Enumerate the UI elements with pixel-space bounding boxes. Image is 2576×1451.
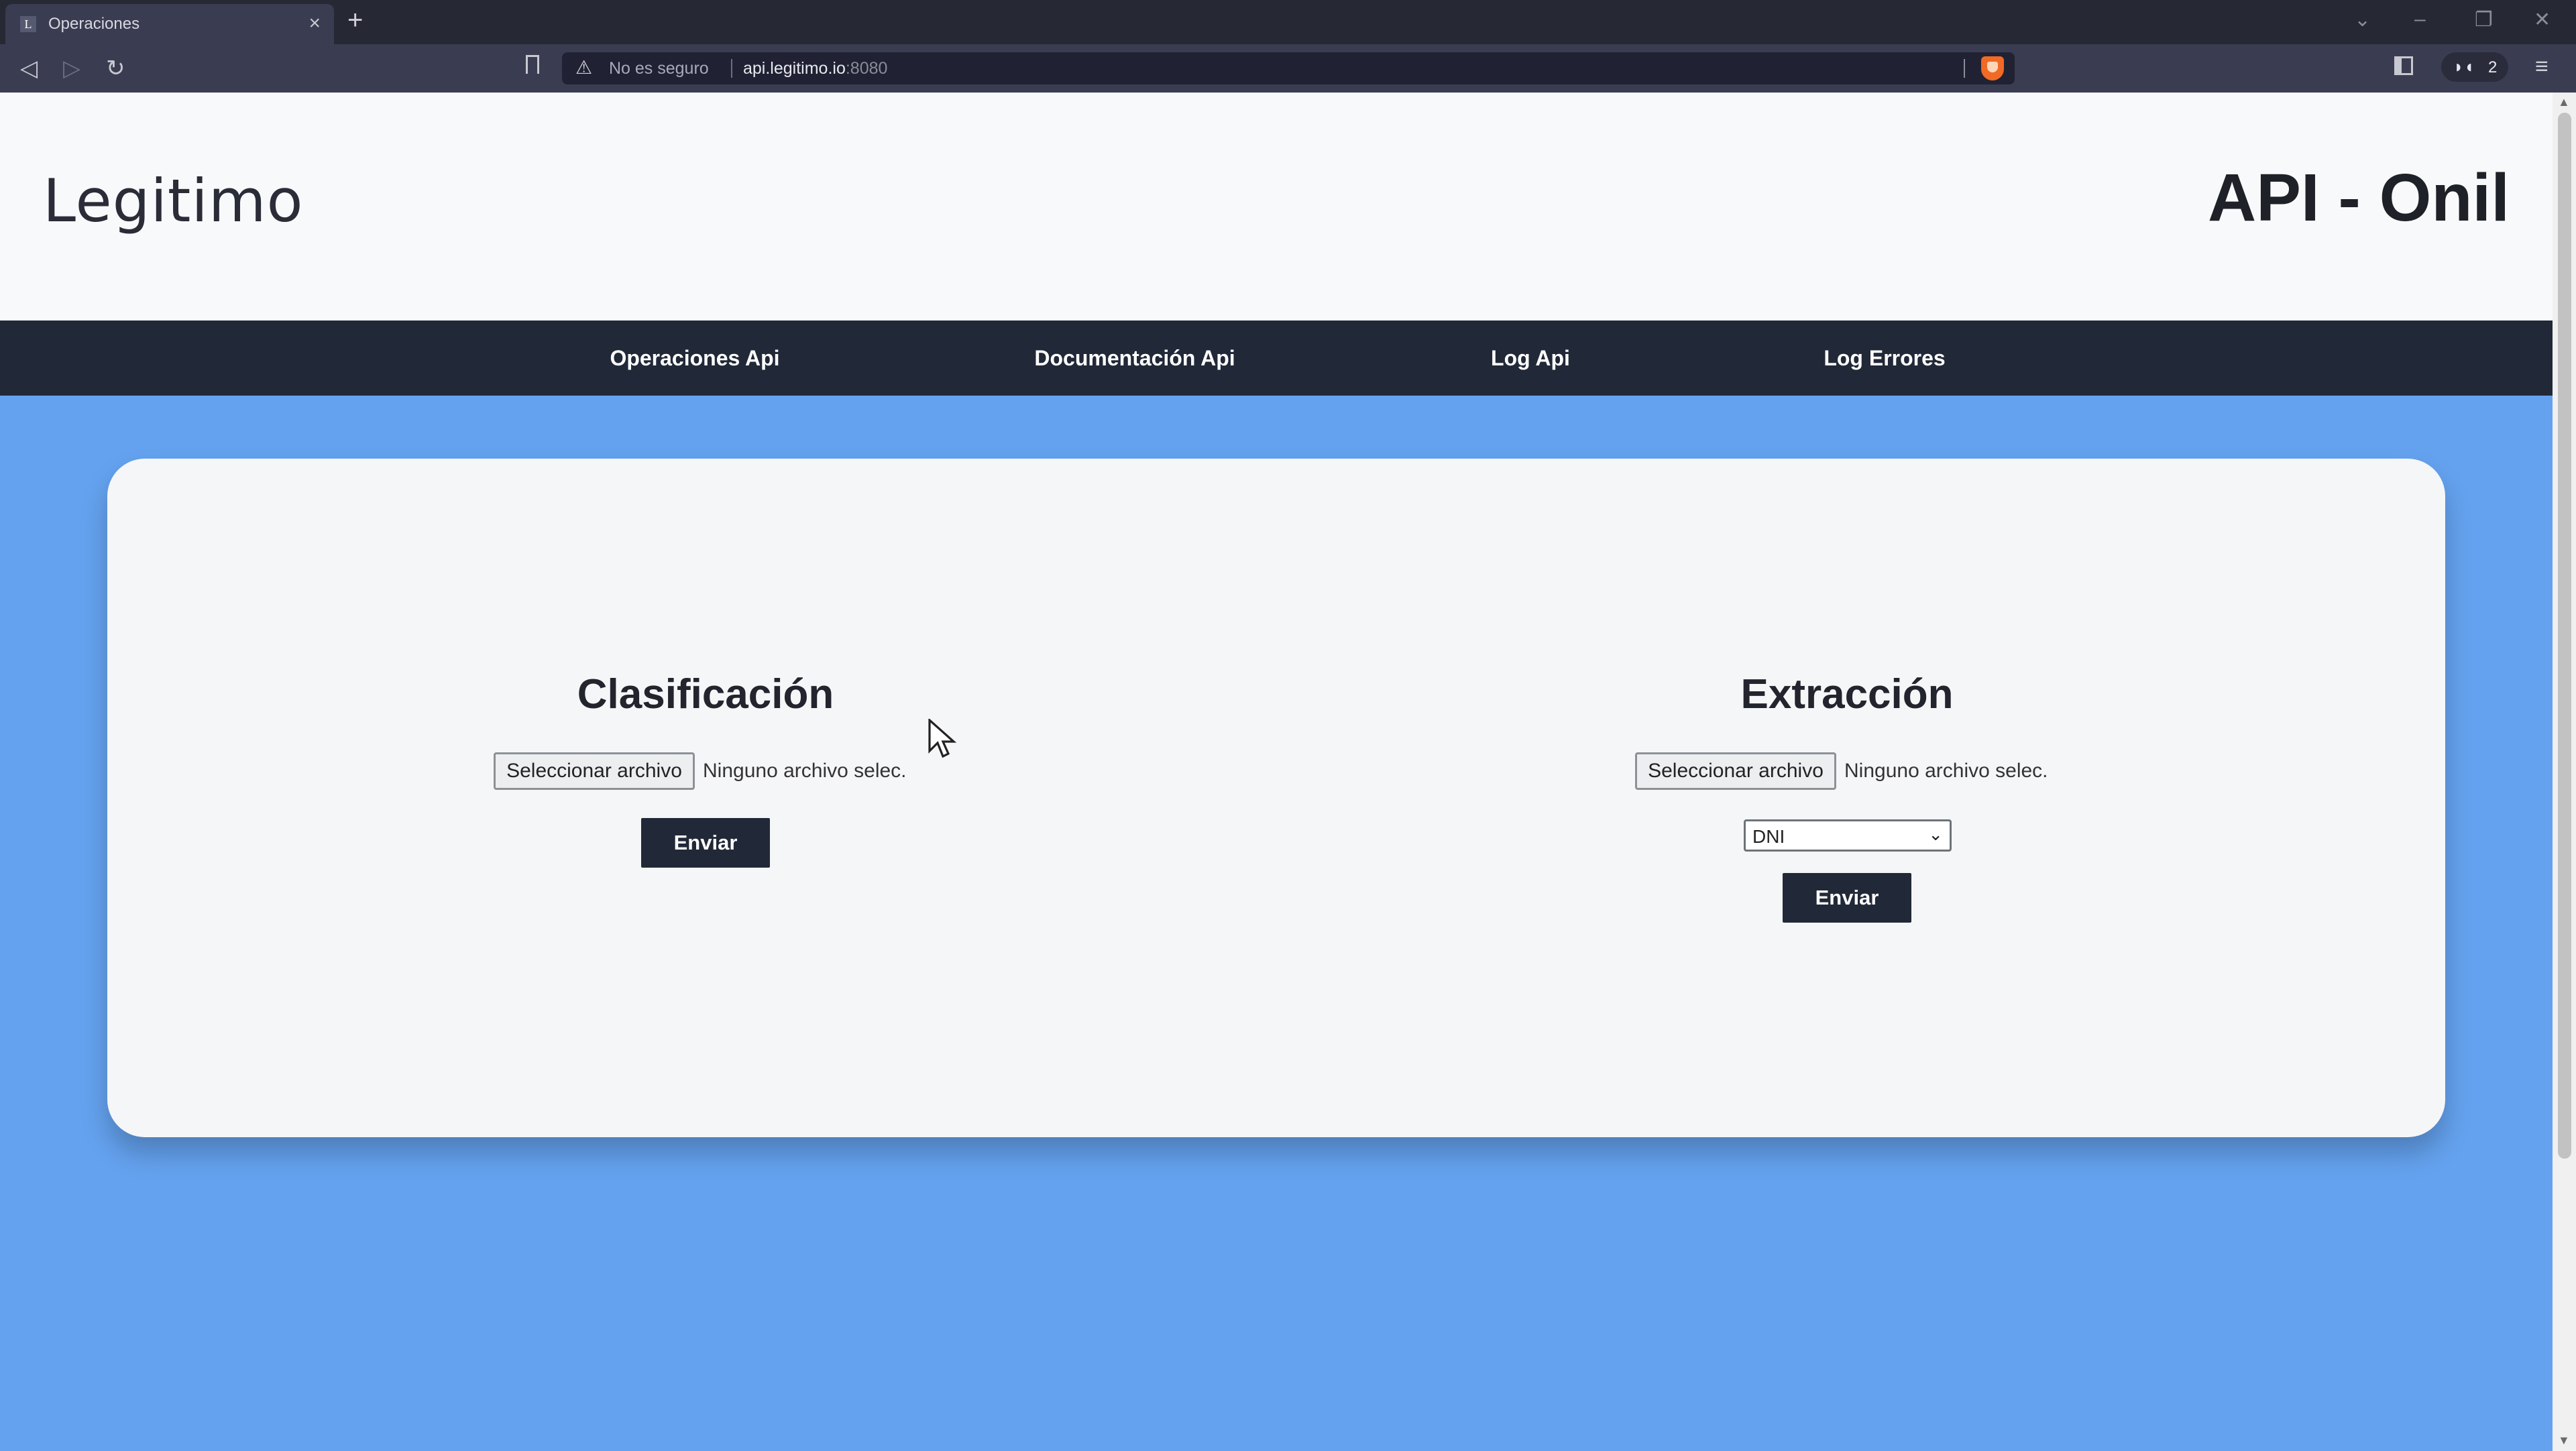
private-glasses-icon: ◗◖ (2453, 56, 2475, 76)
address-divider (1964, 59, 1965, 78)
chevron-down-icon: ⌄ (1928, 824, 1943, 844)
nav-log-errores[interactable]: Log Errores (1824, 346, 1945, 371)
browser-tab[interactable]: L Operaciones × (5, 4, 334, 44)
warning-icon: ⚠ (575, 57, 593, 78)
favicon-icon: L (20, 16, 36, 32)
page-header: Legitimo API - Onil (0, 93, 2553, 321)
extraccion-file-button[interactable]: Seleccionar archivo (1635, 752, 1836, 790)
url-host: api.legitimo.io (743, 59, 846, 78)
minimize-icon[interactable]: – (2414, 8, 2426, 31)
menu-icon[interactable]: ≡ (2535, 54, 2549, 80)
back-icon[interactable]: ◁ (20, 55, 38, 82)
sidebar-toggle-icon[interactable] (2394, 56, 2413, 75)
security-status[interactable]: No es seguro (609, 59, 709, 78)
page-title: API - Onil (2208, 160, 2510, 235)
forward-icon[interactable]: ▷ (63, 55, 80, 82)
document-type-select[interactable]: DNI ⌄ (1744, 819, 1952, 852)
bookmark-icon[interactable] (526, 55, 539, 74)
operations-card: Clasificación Seleccionar archivo Ningun… (107, 459, 2445, 1137)
nav-operaciones-api[interactable]: Operaciones Api (610, 346, 779, 371)
scroll-up-icon[interactable]: ▲ (2558, 95, 2570, 109)
page-scrollbar[interactable]: ▲ ▼ (2553, 93, 2576, 1451)
nav-documentacion-api[interactable]: Documentación Api (1034, 346, 1235, 371)
address-divider (731, 59, 732, 78)
maximize-icon[interactable]: ❐ (2475, 8, 2493, 32)
tab-close-icon[interactable]: × (309, 12, 321, 35)
clasificacion-file-status: Ninguno archivo selec. (703, 760, 907, 782)
url-port: :8080 (845, 59, 888, 78)
extensions-button[interactable]: ◗◖ 2 (2441, 52, 2508, 82)
extraccion-title: Extracción (1740, 671, 1954, 717)
clasificacion-submit-button[interactable]: Enviar (641, 818, 770, 868)
extraccion-file-status: Ninguno archivo selec. (1844, 760, 2048, 782)
main-nav: Operaciones Api Documentación Api Log Ap… (0, 321, 2553, 396)
extraccion-submit-button[interactable]: Enviar (1783, 873, 1911, 923)
scroll-thumb[interactable] (2558, 113, 2571, 1159)
new-tab-icon[interactable]: + (347, 5, 363, 36)
tab-search-icon[interactable]: ⌄ (2354, 8, 2371, 32)
clasificacion-title: Clasificación (577, 671, 834, 717)
brave-shield-icon[interactable] (1981, 56, 2004, 80)
clasificacion-file-button[interactable]: Seleccionar archivo (494, 752, 695, 790)
extension-count: 2 (2488, 58, 2498, 76)
address-bar[interactable]: ⚠ No es seguro api.legitimo.io:8080 (562, 52, 2015, 84)
scroll-down-icon[interactable]: ▼ (2558, 1434, 2570, 1448)
tab-title: Operaciones (48, 15, 140, 33)
window-close-icon[interactable]: ✕ (2534, 8, 2551, 32)
nav-log-api[interactable]: Log Api (1491, 346, 1570, 371)
url-text: api.legitimo.io:8080 (743, 59, 887, 78)
browser-tab-bar: L Operaciones × + ⌄ – ❐ ✕ (0, 0, 2576, 44)
reload-icon[interactable]: ↻ (106, 55, 125, 82)
logo[interactable]: Legitimo (43, 166, 303, 235)
document-type-value: DNI (1752, 826, 1785, 847)
